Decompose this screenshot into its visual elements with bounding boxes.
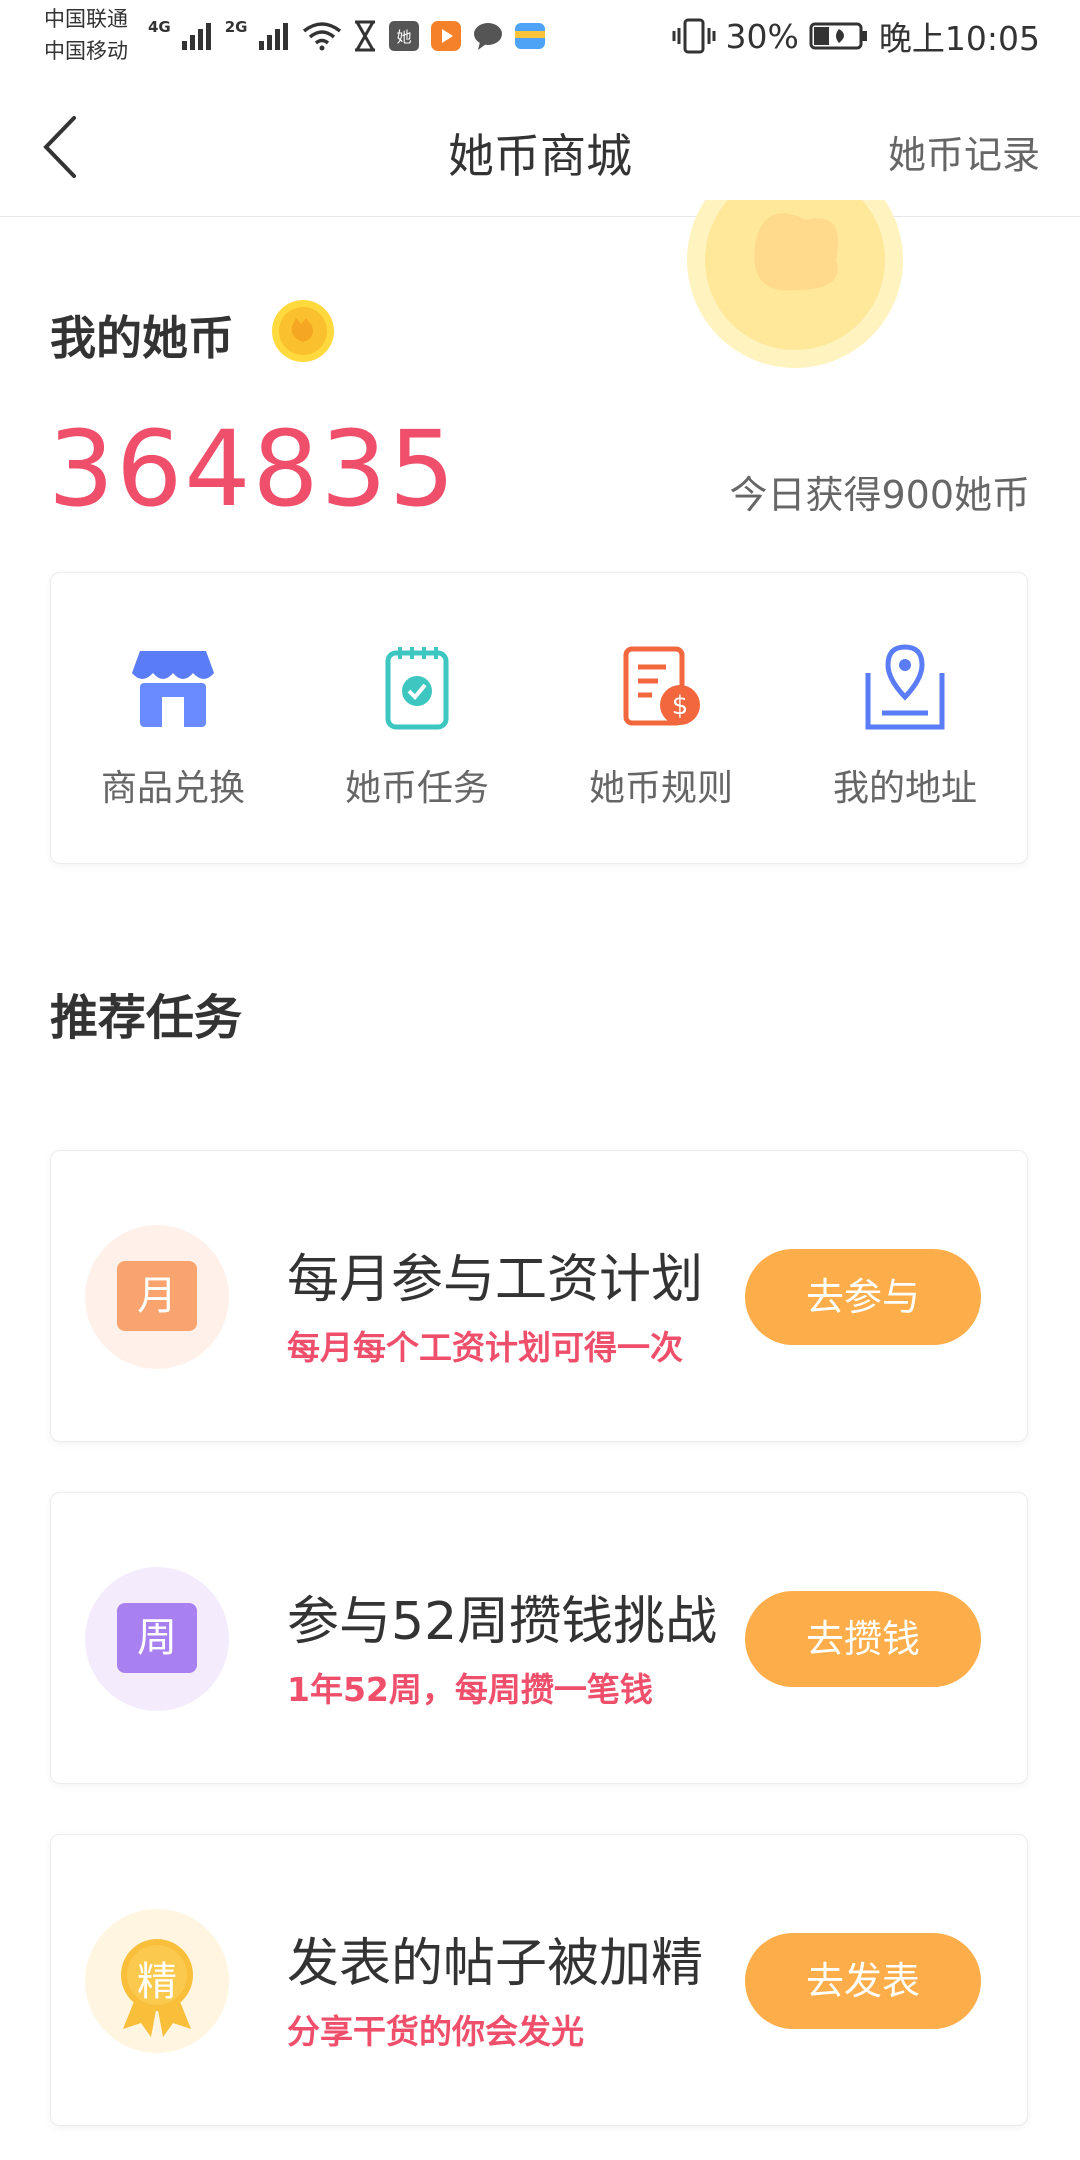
task-card-monthly: 月 每月参与工资计划 每月每个工资计划可得一次 去参与 bbox=[50, 1150, 1028, 1442]
carrier-2: 中国移动 bbox=[44, 39, 128, 63]
coin-record-link[interactable]: 她币记录 bbox=[888, 124, 1040, 179]
featured-medal-icon: 精 bbox=[85, 1909, 229, 2053]
menu-item-address[interactable]: 我的地址 bbox=[783, 573, 1027, 863]
wifi-icon bbox=[302, 22, 341, 51]
location-icon bbox=[865, 644, 945, 730]
chat-icon bbox=[473, 23, 502, 50]
week-badge-icon: 周 bbox=[85, 1567, 229, 1711]
menu-item-tasks[interactable]: 她币任务 bbox=[295, 573, 539, 863]
menu-item-rules[interactable]: $ 她币规则 bbox=[539, 573, 783, 863]
signal-icons: 4G 2G 她 bbox=[148, 14, 546, 58]
svg-text:$: $ bbox=[672, 691, 689, 721]
network-2g-label: 2G bbox=[224, 18, 248, 36]
publish-button[interactable]: 去发表 bbox=[745, 1933, 981, 2029]
my-coin-label: 我的她币 bbox=[50, 311, 234, 365]
menu-label: 她币任务 bbox=[344, 768, 489, 809]
network-4g-label: 4G bbox=[148, 18, 171, 36]
recommended-tasks-title: 推荐任务 bbox=[50, 990, 243, 1046]
task-title: 每月参与工资计划 bbox=[287, 1250, 704, 1310]
signal-icon bbox=[258, 23, 288, 50]
join-button[interactable]: 去参与 bbox=[745, 1249, 981, 1345]
badge-text: 精 bbox=[137, 1959, 177, 2005]
app-ta-icon: 她 bbox=[388, 21, 419, 51]
task-subtitle: 每月每个工资计划可得一次 bbox=[287, 1328, 683, 1367]
task-clipboard-icon bbox=[385, 647, 449, 730]
shop-icon bbox=[132, 651, 214, 727]
task-title: 参与52周攒钱挑战 bbox=[287, 1592, 718, 1652]
coin-icon bbox=[272, 300, 334, 362]
coin-balance: 364835 bbox=[48, 408, 458, 530]
task-subtitle: 分享干货的你会发光 bbox=[287, 2012, 584, 2051]
top-nav-bar: 她币商城 她币记录 bbox=[0, 80, 1080, 217]
status-bar: 中国联通 中国移动 4G 2G 她 30% 晚上10:05 bbox=[0, 0, 1080, 80]
vibrate-icon bbox=[672, 18, 716, 54]
wallet-icon bbox=[514, 23, 545, 49]
carrier-1: 中国联通 bbox=[44, 7, 128, 31]
save-money-button[interactable]: 去攒钱 bbox=[745, 1591, 981, 1687]
menu-label: 商品兑换 bbox=[100, 768, 245, 809]
task-card-featured: 精 发表的帖子被加精 分享干货的你会发光 去发表 bbox=[50, 1834, 1028, 2126]
badge-text: 月 bbox=[117, 1261, 197, 1331]
hourglass-icon bbox=[354, 20, 375, 52]
svg-text:她: 她 bbox=[396, 28, 411, 46]
task-title: 发表的帖子被加精 bbox=[287, 1934, 704, 1994]
quick-menu-card: 商品兑换 她币任务 $ 她币规则 我的地址 bbox=[50, 572, 1028, 864]
menu-label: 我的地址 bbox=[832, 768, 977, 809]
rules-coin-icon: $ bbox=[623, 646, 700, 726]
signal-icon bbox=[181, 23, 211, 50]
task-subtitle: 1年52周，每周攒一笔钱 bbox=[287, 1670, 653, 1709]
menu-label: 她币规则 bbox=[588, 768, 733, 809]
battery-icon bbox=[809, 22, 867, 50]
clock-time: 晚上10:05 bbox=[878, 19, 1040, 58]
menu-item-exchange[interactable]: 商品兑换 bbox=[51, 573, 295, 863]
today-earned-text: 今日获得900她币 bbox=[729, 473, 1030, 517]
video-app-icon bbox=[430, 21, 461, 51]
month-badge-icon: 月 bbox=[85, 1225, 229, 1369]
decorative-coin-icon bbox=[687, 200, 903, 368]
battery-percent: 30% bbox=[725, 16, 799, 56]
badge-text: 周 bbox=[117, 1603, 197, 1673]
task-card-weekly: 周 参与52周攒钱挑战 1年52周，每周攒一笔钱 去攒钱 bbox=[50, 1492, 1028, 1784]
status-right: 30% 晚上10:05 bbox=[672, 14, 1040, 58]
